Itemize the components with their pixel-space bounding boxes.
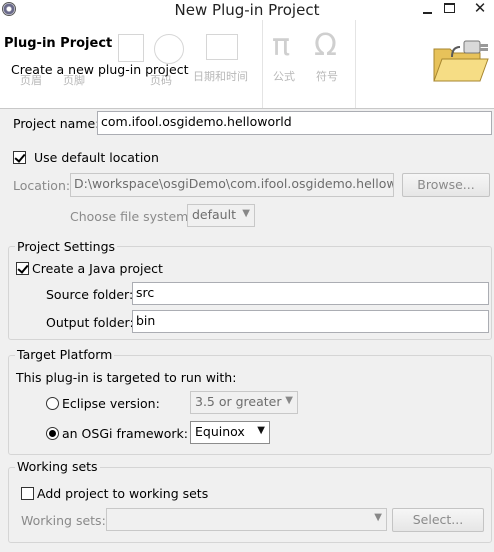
create-java-project-label: Create a Java project xyxy=(32,261,163,276)
output-folder-label: Output folder: xyxy=(46,315,134,330)
osgi-framework-radio[interactable] xyxy=(46,427,59,440)
clock-icon xyxy=(154,34,184,64)
eclipse-version-select[interactable]: 3.5 or greater ▼ xyxy=(190,391,298,414)
location-input[interactable]: D:\workspace\osgiDemo\com.ifool.osgidemo… xyxy=(70,173,394,197)
file-system-label: Choose file system: xyxy=(70,209,193,224)
ghost-divider xyxy=(355,20,356,108)
output-folder-input[interactable]: bin xyxy=(132,310,489,333)
source-folder-input[interactable]: src xyxy=(132,282,489,305)
create-java-project-checkbox[interactable] xyxy=(16,262,29,275)
project-name-label: Project name: xyxy=(13,116,100,131)
osgi-framework-select[interactable]: Equinox ▼ xyxy=(190,421,270,444)
chevron-down-icon: ▼ xyxy=(374,512,382,523)
ghost-label: 公式 xyxy=(273,70,295,83)
ghost-label: 符号 xyxy=(316,70,338,83)
osgi-framework-value: Equinox xyxy=(195,424,245,439)
minimize-icon[interactable] xyxy=(419,1,435,17)
close-icon[interactable]: ✕ xyxy=(470,0,490,17)
ghost-divider xyxy=(262,20,263,108)
header-banner: 页眉 页脚 页码 日期和时间 π Ω 公式 符号 符号 Plug-in Proj… xyxy=(0,20,494,108)
page-title: Plug-in Project xyxy=(4,36,113,51)
maximize-icon[interactable] xyxy=(442,1,456,13)
select-working-sets-button[interactable]: Select... xyxy=(392,508,484,532)
chevron-down-icon: ▼ xyxy=(257,425,265,436)
target-intro-text: This plug-in is targeted to run with: xyxy=(16,370,237,385)
working-sets-label: Working sets: xyxy=(21,513,106,528)
add-to-working-sets-checkbox[interactable] xyxy=(21,487,34,500)
working-sets-title: Working sets xyxy=(15,459,100,474)
location-label: Location: xyxy=(13,178,71,193)
target-platform-title: Target Platform xyxy=(15,347,115,362)
folder-plugin-icon xyxy=(433,40,489,82)
chevron-down-icon: ▼ xyxy=(242,208,250,219)
project-settings-title: Project Settings xyxy=(15,239,118,254)
eclipse-version-value: 3.5 or greater xyxy=(195,394,282,409)
osgi-framework-label: an OSGi framework: xyxy=(62,426,188,441)
ghost-label: 日期和时间 xyxy=(193,70,248,83)
omega-icon: Ω xyxy=(314,28,337,63)
add-to-working-sets-label: Add project to working sets xyxy=(37,486,209,501)
pi-icon: π xyxy=(272,28,291,63)
header-separator xyxy=(0,108,494,109)
source-folder-label: Source folder: xyxy=(46,287,134,302)
working-sets-select[interactable]: ▼ xyxy=(106,508,387,531)
eclipse-version-label: Eclipse version: xyxy=(62,396,160,411)
calendar-icon xyxy=(118,34,144,62)
chevron-down-icon: ▼ xyxy=(285,395,293,406)
project-name-input[interactable]: com.ifool.osgidemo.helloworld xyxy=(97,111,492,135)
file-system-value: default xyxy=(192,207,236,222)
eclipse-version-radio[interactable] xyxy=(46,397,59,410)
page-description: Create a new plug-in project xyxy=(11,62,189,77)
browse-button[interactable]: Browse... xyxy=(402,173,490,197)
file-system-select[interactable]: default ▼ xyxy=(187,204,255,227)
datetime-icon xyxy=(206,34,238,60)
use-default-location-checkbox[interactable] xyxy=(13,151,26,164)
use-default-location-label: Use default location xyxy=(34,150,159,165)
